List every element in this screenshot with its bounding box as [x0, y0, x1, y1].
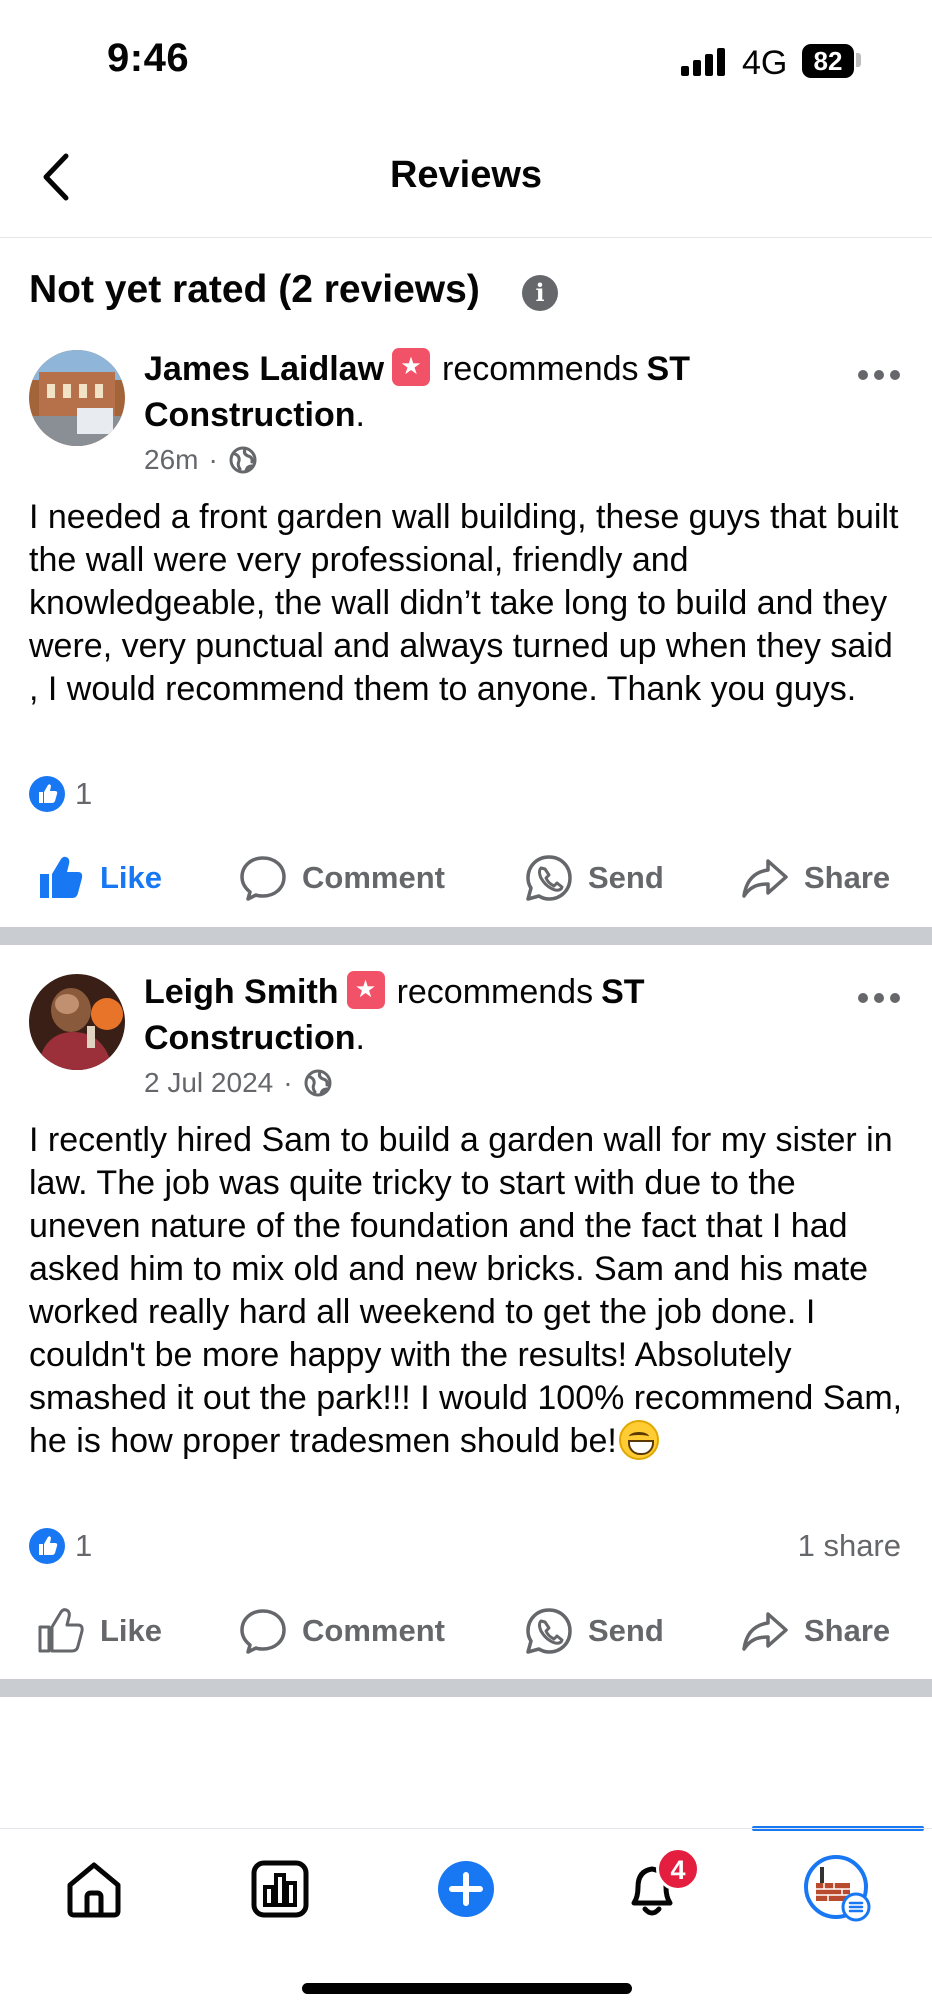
home-icon[interactable]	[62, 1857, 126, 1921]
review-text-body: I recently hired Sam to build a garden w…	[29, 1121, 903, 1460]
send-button[interactable]: Send	[524, 848, 664, 908]
recommends-label: recommends	[396, 973, 594, 1011]
whatsapp-icon	[526, 1608, 572, 1654]
send-label: Send	[588, 1613, 664, 1648]
avatar[interactable]	[29, 350, 125, 446]
reaction-summary[interactable]: 1	[29, 1528, 92, 1564]
header: Reviews	[0, 120, 932, 238]
signal-icon	[681, 48, 729, 76]
like-button[interactable]: Like	[36, 848, 162, 908]
page-suffix: .	[355, 396, 365, 434]
review-header: Leigh SmithrecommendsST Construction.	[144, 969, 844, 1061]
grinning-emoji-icon	[618, 1420, 659, 1460]
share-button[interactable]: Share	[740, 848, 890, 908]
battery-icon: 82	[802, 44, 854, 78]
meta-separator: ·	[283, 1067, 293, 1098]
comment-label: Comment	[302, 860, 445, 895]
comment-icon	[240, 856, 286, 901]
comment-button[interactable]: Comment	[238, 1601, 445, 1661]
comment-button[interactable]: Comment	[238, 848, 445, 908]
comment-icon	[240, 1609, 286, 1654]
review-text: I recently hired Sam to build a garden w…	[29, 1119, 909, 1463]
battery-tip	[856, 53, 861, 67]
share-label: Share	[804, 860, 891, 895]
avatar[interactable]	[29, 974, 125, 1070]
globe-icon	[229, 446, 257, 474]
share-arrow-icon	[742, 1612, 788, 1651]
comment-label: Comment	[302, 1613, 445, 1648]
send-button[interactable]: Send	[524, 1601, 664, 1661]
review-text: I needed a front garden wall building, t…	[29, 498, 899, 708]
author-name[interactable]: James Laidlaw	[144, 350, 384, 388]
action-bar: Like Comment Send Share	[0, 1601, 932, 1661]
author-name[interactable]: Leigh Smith	[144, 973, 339, 1011]
post-time[interactable]: 26m	[144, 444, 198, 476]
notification-badge: 4	[656, 1847, 700, 1891]
recommendation-star-icon	[392, 348, 431, 386]
status-time: 9:46	[107, 36, 190, 80]
reaction-count: 1	[75, 1528, 93, 1563]
meta-separator: ·	[208, 444, 218, 475]
like-reaction-icon	[29, 776, 65, 812]
dashboard-icon[interactable]	[248, 1857, 312, 1921]
share-count[interactable]: 1 share	[798, 1528, 901, 1564]
thumbs-up-icon	[40, 856, 83, 898]
thumbs-up-icon	[38, 1608, 84, 1653]
like-label: Like	[100, 860, 163, 895]
action-bar: Like Comment Send Share	[0, 848, 932, 908]
post-divider	[0, 927, 932, 945]
like-label: Like	[100, 1613, 163, 1648]
reaction-summary[interactable]: 1	[29, 776, 92, 812]
bottom-nav: 4	[0, 1828, 932, 1958]
globe-icon	[304, 1069, 332, 1097]
status-bar: 9:46 4G 82	[0, 0, 932, 120]
home-indicator	[302, 1983, 632, 1994]
send-label: Send	[588, 860, 664, 895]
more-options-icon[interactable]	[858, 991, 900, 1005]
recommends-label: recommends	[442, 350, 639, 388]
reaction-count: 1	[75, 776, 93, 811]
page-title: Reviews	[389, 154, 543, 196]
post-meta: 2 Jul 2024 ·	[144, 1067, 333, 1099]
like-reaction-icon	[29, 1528, 65, 1564]
share-button[interactable]: Share	[740, 1601, 890, 1661]
more-options-icon[interactable]	[858, 368, 900, 382]
review-header: James LaidlawrecommendsST Construction.	[144, 346, 844, 438]
like-button[interactable]: Like	[36, 1601, 162, 1661]
section-title: Not yet rated (2 reviews)	[29, 268, 480, 311]
whatsapp-icon	[526, 855, 572, 901]
info-icon[interactable]: i	[522, 275, 558, 311]
page-suffix: .	[355, 1019, 365, 1057]
recommendation-star-icon	[346, 971, 385, 1009]
post-divider	[0, 1679, 932, 1697]
post-meta: 26m ·	[144, 444, 258, 476]
post-time[interactable]: 2 Jul 2024	[144, 1067, 273, 1099]
page-profile-icon[interactable]	[802, 1853, 874, 1925]
share-label: Share	[804, 1613, 891, 1648]
network-type: 4G	[742, 44, 788, 82]
share-arrow-icon	[742, 859, 788, 898]
create-plus-icon[interactable]	[434, 1857, 498, 1921]
